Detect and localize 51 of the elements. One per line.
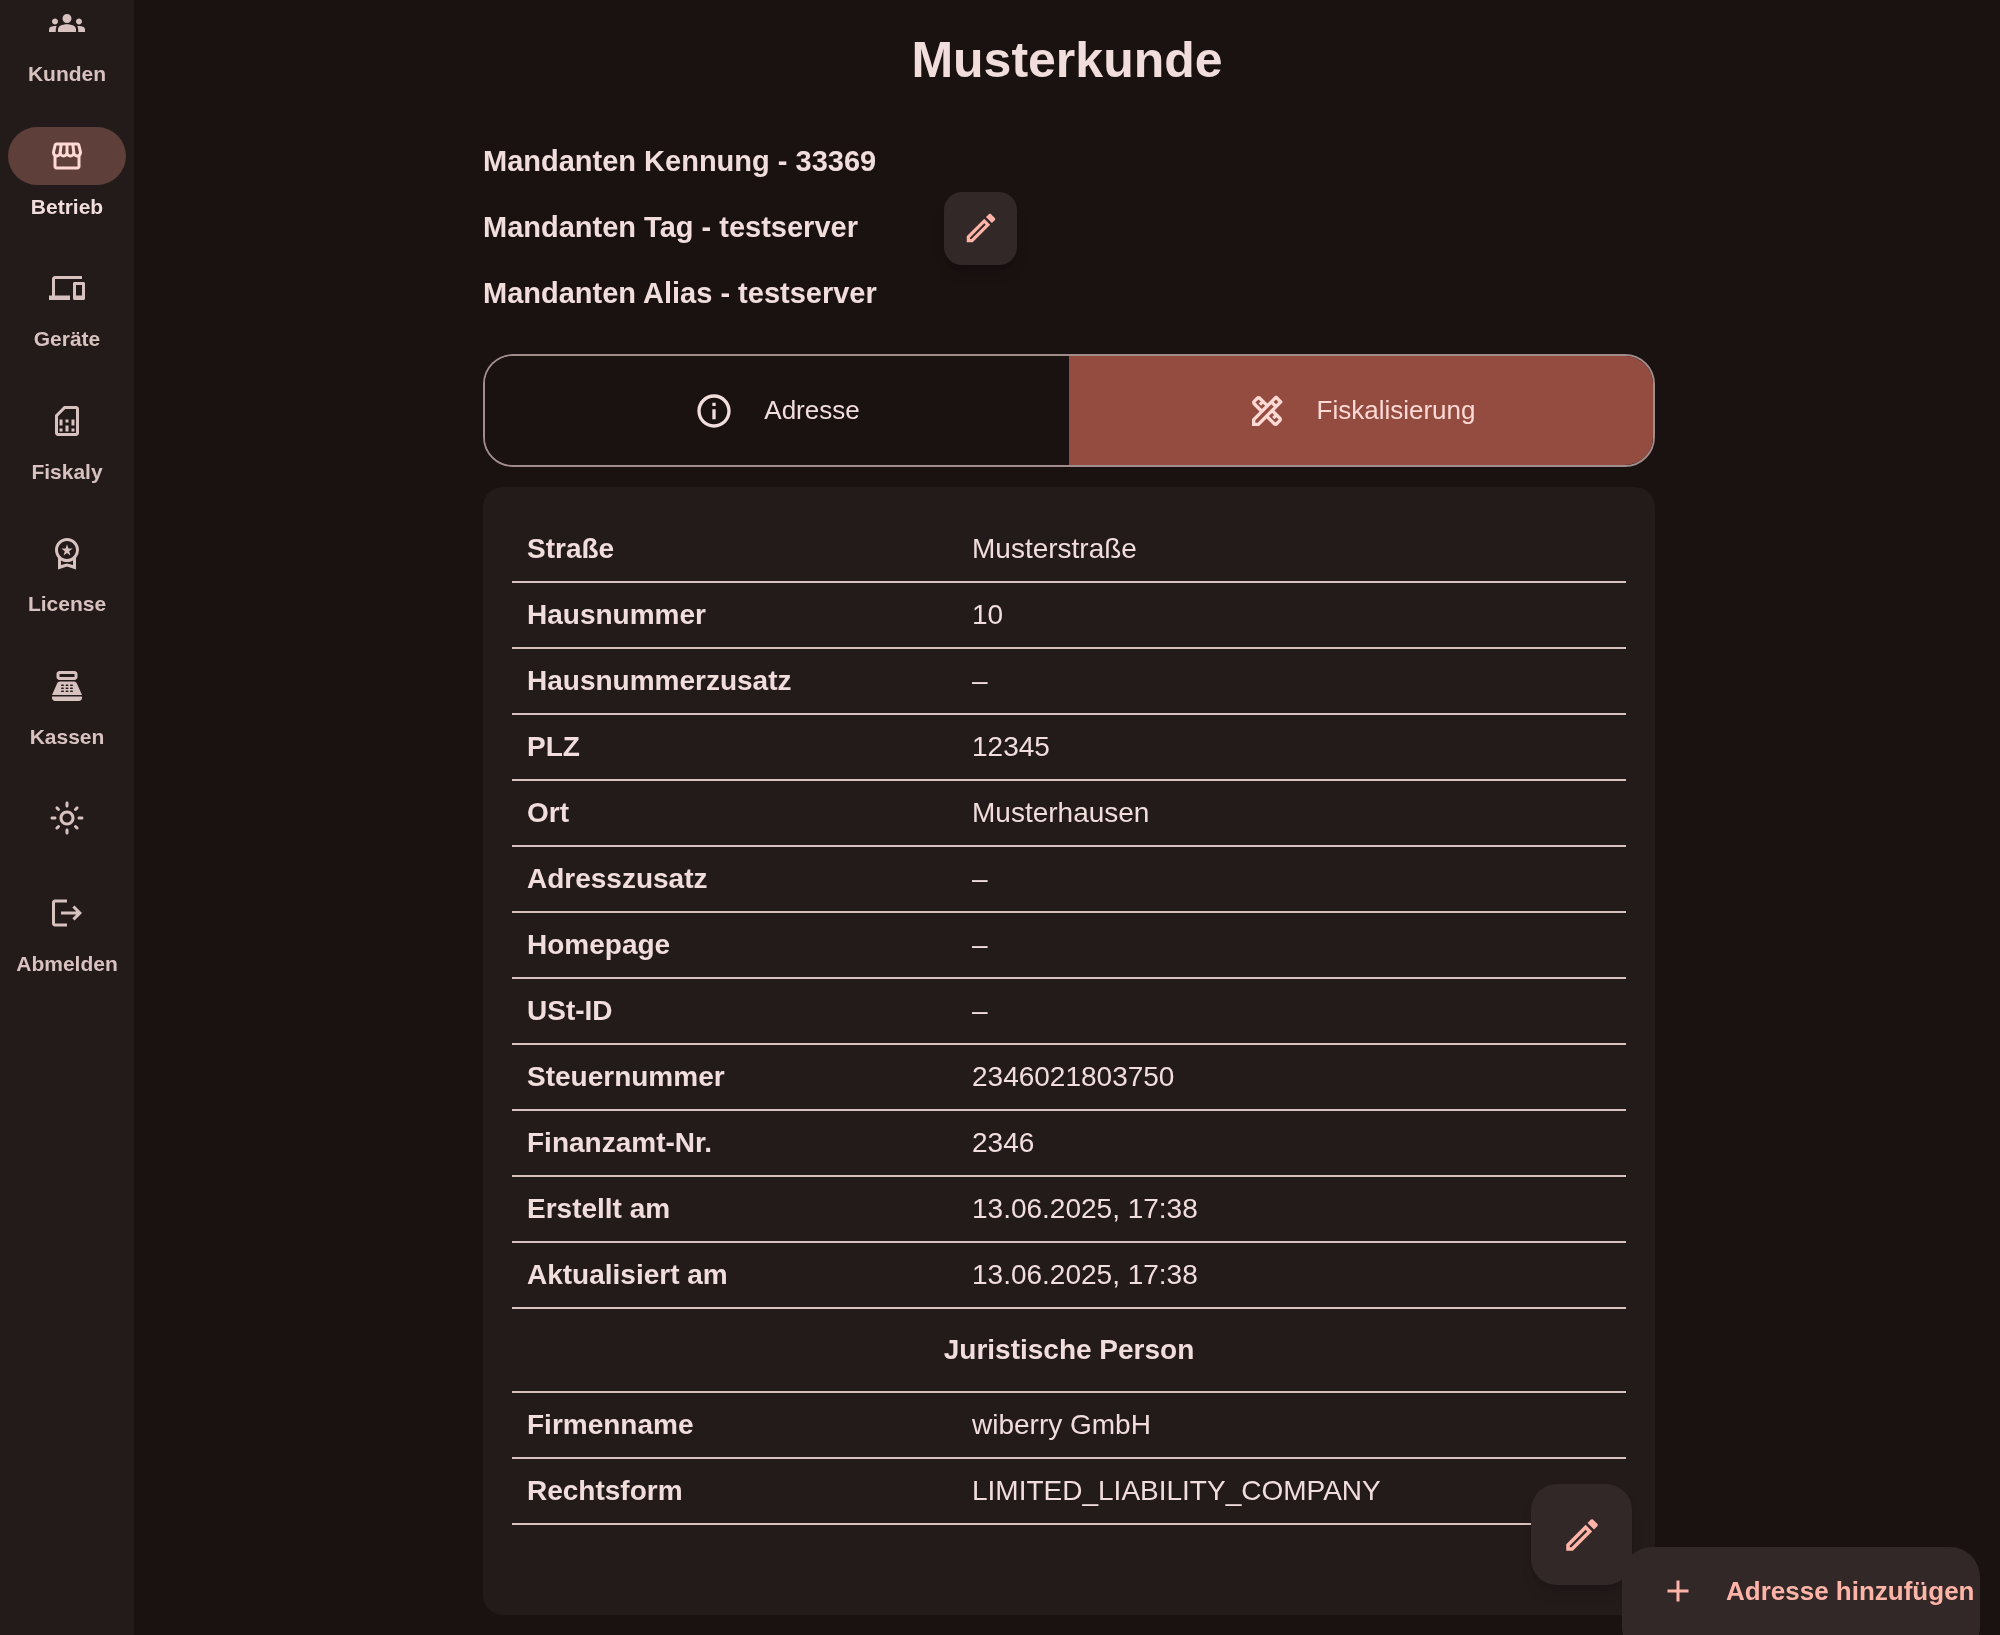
add-address-button[interactable]: Adresse hinzufügen	[1622, 1547, 1980, 1635]
field-label: Rechtsform	[526, 1474, 684, 1508]
field-label: PLZ	[526, 730, 581, 764]
field-label: Adresszusatz	[526, 862, 709, 896]
field-value: Musterstraße	[972, 532, 1137, 566]
nav-label: Kassen	[29, 723, 105, 750]
field-label: Steuernummer	[526, 1060, 726, 1094]
field-value: 13.06.2025, 17:38	[972, 1258, 1198, 1292]
field-value: –	[972, 928, 988, 962]
field-label: Ort	[526, 796, 570, 830]
nav-item[interactable]: Abmelden	[0, 884, 134, 980]
sun-icon	[49, 800, 85, 836]
field-value: 2346	[972, 1126, 1035, 1160]
nav-label: Kunden	[27, 61, 107, 87]
page-title: Musterkunde	[911, 31, 1223, 90]
nav-item[interactable]: Geräte	[0, 259, 134, 355]
field-value: 10	[972, 598, 1004, 632]
tab[interactable]: Fiskalisierung	[1069, 356, 1653, 465]
nav-label: Abmelden	[16, 951, 118, 977]
section-heading: Juristische Person	[943, 1333, 1195, 1367]
field-label: Erstellt am	[526, 1192, 672, 1226]
nav-item[interactable]: Fiskaly	[0, 391, 134, 487]
client-info: Mandanten Tag - testserver	[483, 210, 859, 246]
field-label: USt-ID	[526, 994, 614, 1028]
field-label: Firmenname	[526, 1408, 695, 1442]
field-label: Hausnummer	[526, 598, 707, 632]
nav-item[interactable]: Kassen	[0, 656, 134, 752]
field-label: Finanzamt-Nr.	[526, 1126, 714, 1160]
nav-label: Fiskaly	[31, 458, 103, 485]
field-value: Musterhausen	[972, 796, 1150, 830]
field-label: Homepage	[526, 928, 672, 962]
field-value: –	[972, 994, 988, 1028]
field-value: 2346021803750	[972, 1060, 1175, 1094]
nav-label: Betrieb	[30, 193, 104, 220]
client-info: Mandanten Alias - testserver	[483, 276, 878, 312]
field-value: 12345	[972, 730, 1050, 764]
field-label: Straße	[526, 532, 616, 566]
nav-item[interactable]: Kunden	[0, 0, 134, 90]
field-label: Hausnummerzusatz	[526, 664, 793, 698]
field-value: 13.06.2025, 17:38	[972, 1192, 1198, 1226]
field-value: LIMITED_LIABILITY_COMPANY	[972, 1474, 1381, 1508]
nav-item[interactable]: License	[0, 524, 134, 620]
nav-label: License	[27, 591, 107, 617]
edit-button[interactable]	[1531, 1484, 1632, 1585]
field-label: Aktualisiert am	[526, 1258, 729, 1292]
client-info: Mandanten Kennung - 33369	[483, 144, 878, 180]
field-value: –	[972, 664, 988, 698]
field-value: –	[972, 862, 988, 896]
nav-label: Geräte	[33, 326, 101, 352]
edit-button[interactable]	[944, 191, 1017, 265]
field-value: wiberry GmbH	[972, 1408, 1151, 1442]
